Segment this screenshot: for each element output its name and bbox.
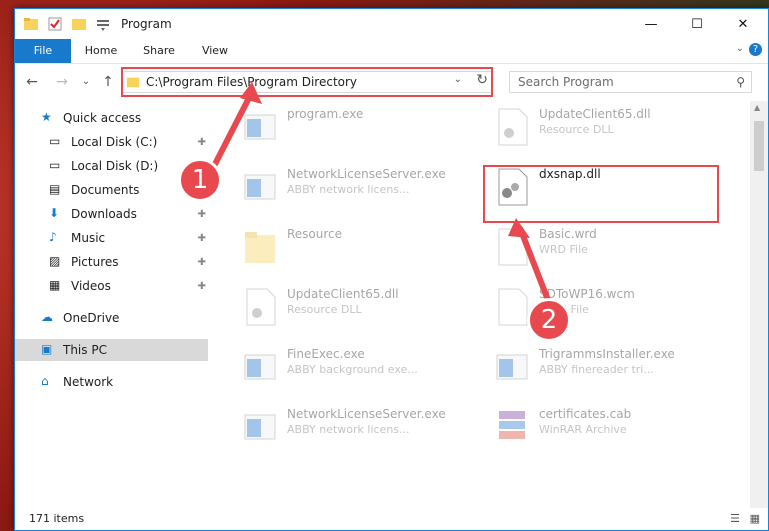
explorer-window: Program — ☐ ✕ File Home Share View ⌄ ? ←… xyxy=(14,8,769,531)
address-highlight-box xyxy=(121,67,493,97)
pin-icon: ✚ xyxy=(197,256,206,268)
file-item[interactable]: NetworkLicenseServer.exe ABBY network lic… xyxy=(235,161,465,213)
step-1-badge: 1 xyxy=(178,158,222,202)
customize-icon[interactable] xyxy=(95,16,111,32)
documents-icon: ▤ xyxy=(49,182,61,196)
drive-icon: ▭ xyxy=(49,158,61,172)
sidebar-item-quick-access[interactable]: ★ Quick access xyxy=(15,107,210,129)
sidebar-item-network[interactable]: ⌂ Network xyxy=(15,371,210,393)
new-folder-icon[interactable] xyxy=(71,16,87,32)
file-list: program.exe UpdateClient65.dll Resource D… xyxy=(225,101,750,508)
pc-icon: ▣ xyxy=(41,342,53,356)
file-item[interactable]: UpdateClient65.dll Resource DLL xyxy=(235,281,465,333)
large-icons-view-icon[interactable]: ▦ xyxy=(750,508,760,530)
sidebar-item-music[interactable]: ♪ Music ✚ xyxy=(15,227,210,249)
sidebar-item-onedrive[interactable]: ☁ OneDrive xyxy=(15,307,210,329)
dll-icon xyxy=(246,288,276,326)
file-item[interactable]: Basic.wrd WRD File xyxy=(487,221,717,273)
tab-view[interactable]: View xyxy=(193,39,237,63)
sidebar-item-pictures[interactable]: ▨ Pictures ✚ xyxy=(15,251,210,273)
star-icon: ★ xyxy=(41,110,52,124)
file-item[interactable]: TrigrammsInstaller.exe ABBY finereader tr… xyxy=(487,341,717,393)
search-placeholder: Search Program xyxy=(518,75,614,89)
details-view-icon[interactable]: ☰ xyxy=(730,508,740,530)
search-input[interactable]: Search Program ⚲ xyxy=(509,71,752,93)
sidebar-item-this-pc[interactable]: ▣ This PC xyxy=(15,339,208,361)
back-arrow-icon[interactable]: ← xyxy=(23,73,41,91)
minimize-button[interactable]: — xyxy=(628,9,674,39)
pictures-icon: ▨ xyxy=(49,254,61,268)
file-item[interactable]: Resource xyxy=(235,221,465,273)
music-icon: ♪ xyxy=(49,230,57,244)
sidebar-item-videos[interactable]: ▦ Videos ✚ xyxy=(15,275,210,297)
file-item[interactable]: NetworkLicenseServer.exe ABBY network lic… xyxy=(235,401,465,453)
exe-icon xyxy=(244,354,276,380)
tab-home[interactable]: Home xyxy=(77,39,125,63)
exe-icon xyxy=(496,354,528,380)
pin-icon: ✚ xyxy=(197,280,206,292)
download-icon: ⬇ xyxy=(49,206,60,220)
drive-icon: ▭ xyxy=(49,134,61,148)
scroll-up-icon[interactable]: ▲ xyxy=(754,103,760,112)
dxsnap-highlight-box xyxy=(483,165,719,223)
exe-icon xyxy=(244,174,276,200)
file-item[interactable]: certificates.cab WinRAR Archive xyxy=(487,401,717,453)
file-item[interactable]: program.exe xyxy=(235,101,465,153)
title-bar: Program — ☐ ✕ xyxy=(15,9,768,39)
search-icon: ⚲ xyxy=(736,75,745,89)
pin-icon: ✚ xyxy=(197,232,206,244)
status-bar: 171 items ☰ ▦ xyxy=(15,508,768,530)
recent-chevron-icon[interactable]: ⌄ xyxy=(77,73,95,91)
pin-icon: ✚ xyxy=(197,136,206,148)
sidebar-item-local-disk-c[interactable]: ▭ Local Disk (C:) ✚ xyxy=(15,131,210,153)
tab-share[interactable]: Share xyxy=(135,39,183,63)
file-item[interactable]: FineExec.exe ABBY background exe... xyxy=(235,341,465,393)
file-icon xyxy=(498,288,528,326)
help-icon[interactable]: ? xyxy=(749,43,762,56)
step-2-badge: 2 xyxy=(527,298,571,342)
maximize-button[interactable]: ☐ xyxy=(674,9,720,39)
window-title: Program xyxy=(121,17,172,31)
up-arrow-icon[interactable]: ↑ xyxy=(99,73,117,91)
navigation-pane: ★ Quick access ▭ Local Disk (C:) ✚ ▭ Local D… xyxy=(15,101,210,508)
tab-file[interactable]: File xyxy=(15,39,71,63)
folder-icon xyxy=(245,232,275,263)
scroll-thumb[interactable] xyxy=(754,121,764,171)
file-item[interactable]: SDToWP16.wcmWCM File xyxy=(487,281,717,333)
network-icon: ⌂ xyxy=(41,374,49,388)
sidebar-item-downloads[interactable]: ⬇ Downloads ✚ xyxy=(15,203,210,225)
file-icon xyxy=(498,228,528,266)
videos-icon: ▦ xyxy=(49,278,61,292)
item-count: 171 items xyxy=(29,512,85,525)
vertical-scrollbar[interactable]: ▲ xyxy=(750,101,768,508)
forward-arrow-icon[interactable]: → xyxy=(53,73,71,91)
chevron-down-icon[interactable]: ⌄ xyxy=(736,43,744,54)
file-item[interactable]: UpdateClient65.dll Resource DLL xyxy=(487,101,717,153)
dll-icon xyxy=(498,108,528,146)
ribbon: File Home Share View ⌄ ? xyxy=(15,39,768,64)
cloud-icon: ☁ xyxy=(41,310,53,324)
pin-icon: ✚ xyxy=(197,208,206,220)
properties-icon[interactable] xyxy=(47,16,63,32)
exe-icon xyxy=(244,414,276,440)
exe-icon xyxy=(244,114,276,140)
archive-icon xyxy=(499,411,525,439)
close-button[interactable]: ✕ xyxy=(720,9,766,39)
folder-icon xyxy=(24,18,38,30)
